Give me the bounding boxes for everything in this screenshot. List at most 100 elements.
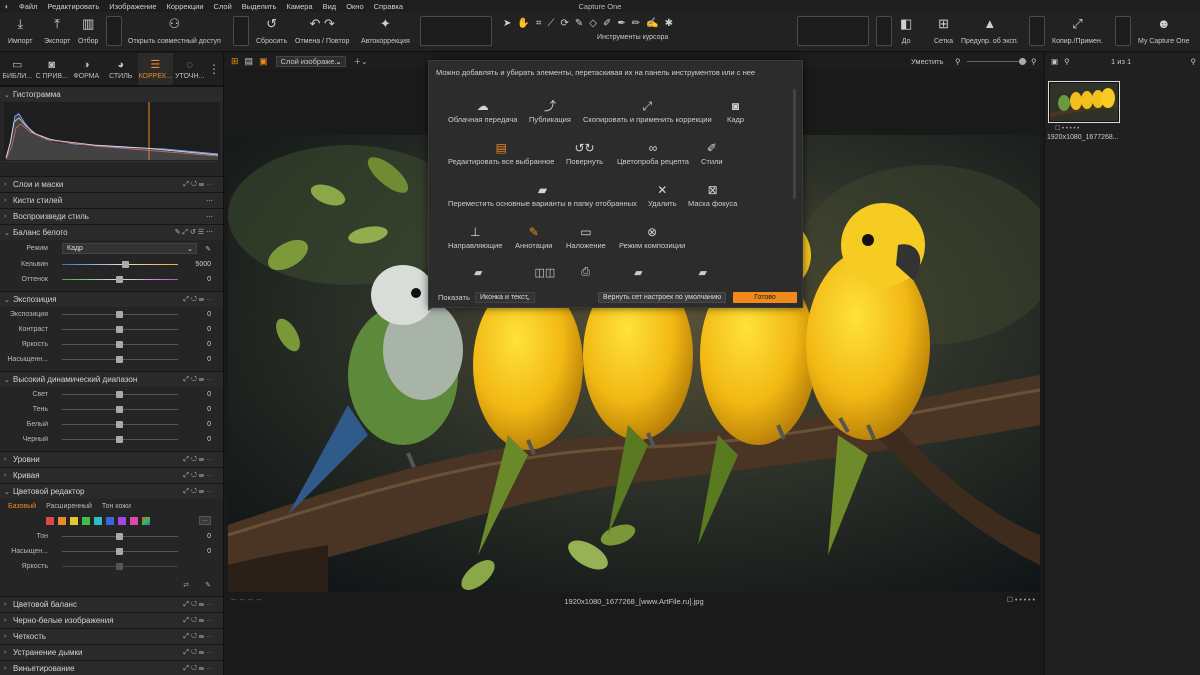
zoom-in-icon[interactable]: ⚲ — [1031, 57, 1037, 66]
more-icon[interactable]: … — [199, 516, 211, 525]
menu-window[interactable]: Окно — [341, 2, 368, 11]
grid-button[interactable]: ⊞ Сетка — [934, 16, 953, 45]
slider-knob[interactable] — [1019, 58, 1026, 65]
guides-item[interactable]: ⊥ Направляющие — [448, 225, 502, 250]
tab-advanced[interactable]: Расширенный — [46, 503, 92, 510]
swatch-orange[interactable] — [58, 517, 66, 525]
straighten-icon[interactable]: ⟋ — [547, 18, 554, 29]
section-actions[interactable]: ⤢ ↺ ☰ ⋯ — [183, 617, 213, 625]
delete-item[interactable]: ✕ Удалить — [648, 183, 677, 208]
histogram-header[interactable]: ⌄ Гистограмма — [0, 86, 223, 102]
slider-knob[interactable] — [116, 356, 123, 363]
move-variants-item[interactable]: ▰ Переместить основные варианты в папку о… — [448, 183, 637, 208]
ce-lightness-slider[interactable] — [62, 563, 178, 570]
reset-default-button[interactable]: Вернуть сет настроек по умолчанию — [598, 292, 727, 303]
slider-knob[interactable] — [116, 311, 123, 318]
tab-adjust[interactable]: ☰ КОРРЕК... — [138, 53, 173, 85]
export-folder-icon[interactable]: ▰ — [699, 266, 707, 284]
brush-icon[interactable]: ✐ — [603, 18, 611, 29]
clarity-header[interactable]: › Четкость ⤢ ↺ ☰ ⋯ — [0, 628, 223, 644]
section-actions[interactable]: ⤢ ↺ ☰ ⋯ — [183, 665, 213, 673]
swatch-yellow[interactable] — [70, 517, 78, 525]
rotate-icon[interactable]: ⟳ — [560, 18, 568, 29]
rating-dots[interactable]: ☐ • • • • • — [1007, 596, 1035, 604]
zoom-out-icon[interactable]: ⚲ — [955, 57, 961, 66]
proof-item[interactable]: ∞ Цветопроба рецепта — [617, 141, 689, 166]
auto-adjust-button[interactable]: ✦ Автокоррекция — [361, 16, 410, 45]
toolbar-slot[interactable] — [1029, 16, 1045, 46]
slider-knob[interactable] — [122, 261, 129, 268]
ce-saturation-slider[interactable] — [62, 548, 178, 555]
vignette-header[interactable]: › Виньетирование ⤢ ↺ ☰ ⋯ — [0, 660, 223, 675]
slider-knob[interactable] — [116, 563, 123, 570]
section-actions[interactable]: ⤢ ↺ ☰ ⋯ — [183, 633, 213, 641]
menu-layer[interactable]: Слой — [209, 2, 237, 11]
fit-label[interactable]: Уместить — [911, 57, 943, 66]
section-actions[interactable]: ⤢ ↺ ☰ ⋯ — [183, 296, 213, 304]
share-button[interactable]: ⚇ Открыть совместный доступ — [128, 16, 221, 45]
hand-icon[interactable]: ✋ — [517, 18, 529, 29]
annotations-item[interactable]: ✎ Аннотации — [515, 225, 553, 250]
section-actions[interactable]: ⋯ — [206, 213, 213, 221]
slider-knob[interactable] — [116, 276, 123, 283]
my-capture-one-button[interactable]: ☻ My Capture One — [1138, 16, 1189, 45]
swatch-cyan[interactable] — [94, 517, 102, 525]
copy-apply-button[interactable]: ⤢ Копир./Примен. — [1052, 16, 1103, 45]
thumbnail[interactable] — [1048, 81, 1120, 123]
hdr-header[interactable]: ⌄ Высокий динамический диапазон ⤢ ↺ ☰ ⋯ — [0, 371, 223, 387]
swatch-green[interactable] — [82, 517, 90, 525]
import-folder-icon[interactable]: ▰ — [634, 266, 642, 284]
tab-details[interactable]: ◌ УТОЧН... — [173, 53, 208, 85]
swap-icon[interactable]: ⇄ — [183, 581, 189, 589]
white-slider[interactable] — [62, 421, 178, 428]
bw-header[interactable]: › Черно-белые изображения ⤢ ↺ ☰ ⋯ — [0, 612, 223, 628]
section-actions[interactable]: ⤢ ↺ ☰ ⋯ — [183, 649, 213, 657]
done-button[interactable]: Готово — [733, 292, 797, 303]
pointer-icon[interactable]: ➤ — [503, 18, 511, 29]
styles-item[interactable]: ✐ Стили — [701, 141, 723, 166]
popup-scrollbar[interactable] — [793, 89, 796, 199]
contrast-slider[interactable] — [62, 326, 178, 333]
edit-all-item[interactable]: ▤ Редактировать все выбранное — [448, 141, 554, 166]
dehaze-header[interactable]: › Устранение дымки ⤢ ↺ ☰ ⋯ — [0, 644, 223, 660]
eyedropper-icon[interactable]: ✎ — [205, 245, 211, 253]
import-button[interactable]: ⤓ Импорт — [8, 16, 32, 45]
toolbar-slot[interactable] — [233, 16, 249, 46]
toolbar-slot[interactable] — [420, 16, 492, 46]
tab-skin-tone[interactable]: Тон кожи — [102, 503, 131, 510]
slider-knob[interactable] — [116, 548, 123, 555]
wb-mode-select[interactable]: Кадр ⌄ — [62, 243, 197, 254]
swatch-all[interactable] — [142, 517, 150, 525]
select-button[interactable]: ▥ Отбор — [78, 16, 98, 45]
eraser-icon[interactable]: ◇ — [589, 18, 597, 29]
gradient-icon[interactable]: ✒ — [617, 18, 625, 29]
browser-view-icon[interactable]: ▣ — [1051, 57, 1058, 66]
exposure-header[interactable]: ⌄ Экспозиция ⤢ ↺ ☰ ⋯ — [0, 291, 223, 307]
toolbar-slot[interactable] — [797, 16, 869, 46]
zoom-icon[interactable]: ⚲ — [1064, 57, 1070, 66]
menu-help[interactable]: Справка — [369, 2, 408, 11]
compare-icon[interactable]: ◫◫ — [534, 266, 555, 284]
slider-knob[interactable] — [116, 421, 123, 428]
zoom-slider[interactable] — [967, 58, 1027, 65]
section-actions[interactable]: ⤢ ↺ ☰ ⋯ — [183, 376, 213, 384]
annotate-icon[interactable]: ✍ — [646, 18, 658, 29]
slider-knob[interactable] — [116, 341, 123, 348]
show-mode-select[interactable]: Иконка и текст ⌄ — [475, 292, 535, 303]
filmstrip-icon[interactable]: ▤ — [245, 56, 254, 67]
curve-header[interactable]: › Кривая ⤢ ↺ ☰ ⋯ — [0, 467, 223, 483]
menu-camera[interactable]: Камера — [281, 2, 317, 11]
exposure-warning-button[interactable]: ▲ Предупр. об эксп. — [961, 16, 1019, 45]
section-actions[interactable]: ⤢ ↺ ☰ ⋯ — [183, 472, 213, 480]
menu-adjustments[interactable]: Коррекции — [162, 2, 209, 11]
kelvin-slider[interactable] — [62, 261, 178, 268]
reset-button[interactable]: ↺ Сбросить — [256, 16, 287, 45]
export-button[interactable]: ⤒ Экспорт — [44, 16, 70, 45]
brightness-slider[interactable] — [62, 341, 178, 348]
section-actions[interactable]: ✎ ⤢ ↺ ☰ ⋯ — [175, 228, 213, 237]
exposure-slider[interactable] — [62, 311, 178, 318]
layer-select[interactable]: Слой изображе... ⌄ — [275, 55, 346, 67]
section-actions[interactable]: ⤢ ↺ ☰ ⋯ — [183, 601, 213, 609]
white-balance-header[interactable]: ⌄ Баланс белого ✎ ⤢ ↺ ☰ ⋯ — [0, 224, 223, 240]
color-balance-header[interactable]: › Цветовой баланс ⤢ ↺ ☰ ⋯ — [0, 596, 223, 612]
